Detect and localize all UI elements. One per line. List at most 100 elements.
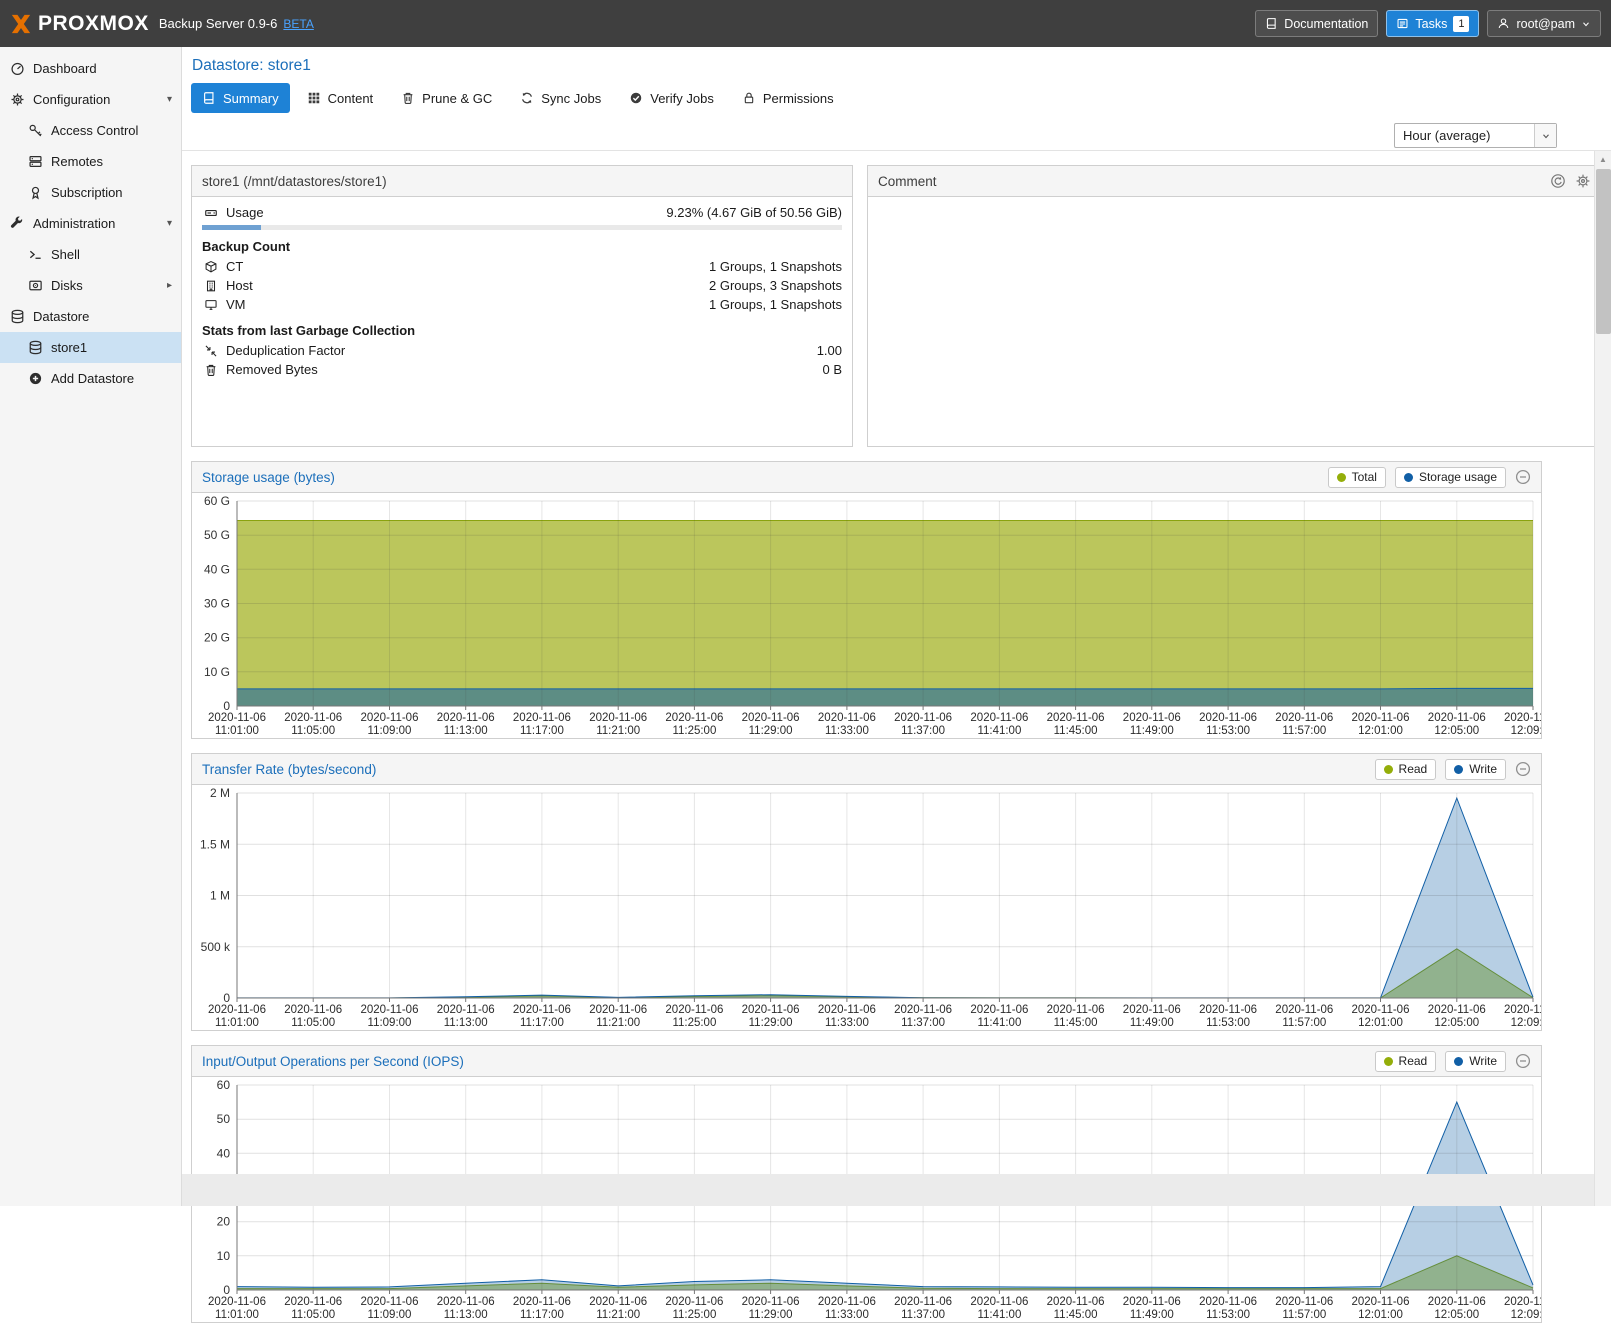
svg-text:2020-11-06: 2020-11-06 [1352,1296,1410,1308]
scrollbar-up-arrow[interactable]: ▲ [1595,151,1611,167]
svg-text:11:05:00: 11:05:00 [291,1309,335,1321]
book-icon [1265,17,1278,30]
disk-icon [27,278,44,293]
sidebar-item-access-control[interactable]: Access Control [0,115,181,146]
comment-body[interactable] [868,197,1601,446]
svg-text:10 G: 10 G [204,665,230,679]
panel-title: store1 (/mnt/datastores/store1) [202,174,387,189]
collapse-panel-icon[interactable] [1515,761,1531,777]
beta-link[interactable]: BETA [283,17,313,31]
svg-text:11:41:00: 11:41:00 [977,1309,1021,1321]
sidebar-item-dashboard[interactable]: Dashboard [0,53,181,84]
svg-text:20: 20 [217,1215,231,1229]
host-row: Host 2 Groups, 3 Snapshots [192,276,852,295]
svg-text:11:57:00: 11:57:00 [1282,1309,1326,1321]
svg-text:11:13:00: 11:13:00 [444,725,488,737]
tab-verify-jobs[interactable]: Verify Jobs [618,83,725,113]
tasks-count-badge: 1 [1453,16,1469,32]
terminal-icon [27,247,44,262]
check-circle-icon [629,91,643,105]
documentation-button[interactable]: Documentation [1255,10,1378,37]
svg-text:2020-11-06: 2020-11-06 [1352,712,1410,724]
sidebar-item-administration[interactable]: Administration ▾ [0,208,181,239]
svg-text:2020-11-06: 2020-11-06 [1275,1004,1333,1016]
refresh-circle-icon[interactable] [1550,173,1566,189]
svg-text:11:57:00: 11:57:00 [1282,1017,1326,1029]
svg-text:12:09:00: 12:09:00 [1511,1309,1541,1321]
svg-text:11:49:00: 11:49:00 [1130,1309,1174,1321]
svg-text:11:33:00: 11:33:00 [825,725,869,737]
datastore-summary-panel: store1 (/mnt/datastores/store1) Usage 9.… [191,165,853,447]
legend-read[interactable]: Read [1375,759,1437,780]
svg-text:2020-11-06: 2020-11-06 [1199,1004,1257,1016]
tab-prune-gc[interactable]: Prune & GC [390,83,503,113]
sidebar-item-subscription[interactable]: Subscription [0,177,181,208]
trash-icon [202,363,219,377]
svg-text:11:01:00: 11:01:00 [215,1309,259,1321]
svg-text:11:57:00: 11:57:00 [1282,725,1326,737]
scrollbar-thumb[interactable] [1596,169,1611,334]
tab-summary[interactable]: Summary [191,83,290,113]
svg-text:12:01:00: 12:01:00 [1358,1017,1403,1029]
svg-text:2020-11-06: 2020-11-06 [1428,1296,1486,1308]
comment-panel: Comment [867,165,1602,447]
timeframe-value: Hour (average) [1395,128,1534,143]
svg-text:2020-11-06: 2020-11-06 [894,712,952,724]
collapse-panel-icon[interactable] [1515,1053,1531,1069]
svg-text:1 M: 1 M [210,889,230,903]
user-icon [1497,17,1510,30]
svg-text:2020-11-06: 2020-11-06 [589,1004,647,1016]
svg-text:30 G: 30 G [204,597,230,611]
chevron-down-icon[interactable] [1534,124,1556,147]
svg-text:2020-11-06: 2020-11-06 [818,1004,876,1016]
tasks-button[interactable]: Tasks 1 [1386,10,1479,37]
user-menu-button[interactable]: root@pam [1487,10,1601,37]
gear-icon[interactable] [1575,173,1591,189]
chevron-down-icon[interactable]: ▾ [167,218,172,229]
sidebar-item-configuration[interactable]: Configuration ▾ [0,84,181,115]
sidebar-item-datastore[interactable]: Datastore [0,301,181,332]
sidebar-item-disks[interactable]: Disks ▸ [0,270,181,301]
legend-write[interactable]: Write [1445,1051,1506,1072]
tab-sync-jobs[interactable]: Sync Jobs [509,83,612,113]
chevron-down-icon[interactable]: ▾ [167,94,172,105]
svg-text:11:53:00: 11:53:00 [1206,725,1250,737]
svg-text:2020-11-06: 2020-11-06 [1047,712,1105,724]
legend-total[interactable]: Total [1328,467,1386,488]
building-icon [202,279,219,293]
svg-text:2020-11-06: 2020-11-06 [284,712,342,724]
svg-text:11:17:00: 11:17:00 [520,1309,564,1321]
svg-text:2020-11-06: 2020-11-06 [1504,1004,1541,1016]
sidebar-item-add-datastore[interactable]: Add Datastore [0,363,181,394]
timeframe-select[interactable]: Hour (average) [1394,123,1557,148]
chevron-down-icon [1581,19,1591,29]
svg-text:40 G: 40 G [204,562,230,576]
collapse-panel-icon[interactable] [1515,469,1531,485]
svg-text:2 M: 2 M [210,786,230,800]
svg-text:2020-11-06: 2020-11-06 [1275,1296,1333,1308]
legend-storage-usage[interactable]: Storage usage [1395,467,1506,488]
svg-text:50: 50 [217,1112,231,1126]
tab-content[interactable]: Content [296,83,385,113]
main-area: Datastore: store1 Summary Content Prune … [182,47,1611,1206]
legend-write[interactable]: Write [1445,759,1506,780]
svg-text:0: 0 [223,991,230,1005]
sidebar-item-shell[interactable]: Shell [0,239,181,270]
sidebar-item-remotes[interactable]: Remotes [0,146,181,177]
vertical-scrollbar[interactable]: ▲ [1594,151,1611,1206]
svg-text:2020-11-06: 2020-11-06 [513,1004,571,1016]
svg-text:11:49:00: 11:49:00 [1130,1017,1174,1029]
sidebar-item-store1[interactable]: store1 [0,332,181,363]
svg-text:2020-11-06: 2020-11-06 [361,1296,419,1308]
usage-value: 9.23% (4.67 GiB of 50.56 GiB) [666,205,842,220]
svg-text:11:09:00: 11:09:00 [368,1017,412,1029]
svg-text:12:09:00: 12:09:00 [1511,725,1541,737]
svg-text:2020-11-06: 2020-11-06 [284,1004,342,1016]
grid-icon [307,91,321,105]
svg-text:11:13:00: 11:13:00 [444,1017,488,1029]
database-icon [9,309,26,324]
legend-read[interactable]: Read [1375,1051,1437,1072]
chevron-right-icon[interactable]: ▸ [167,280,172,291]
svg-text:11:41:00: 11:41:00 [977,725,1021,737]
tab-permissions[interactable]: Permissions [731,83,845,113]
